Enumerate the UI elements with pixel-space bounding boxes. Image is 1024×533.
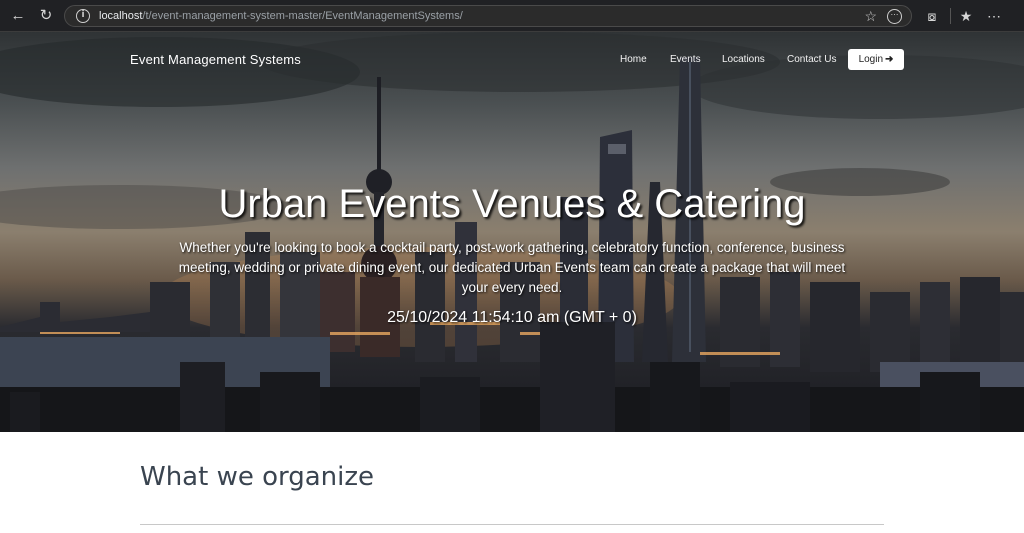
nav-home[interactable]: Home <box>620 54 647 65</box>
city-skyline-image <box>0 32 1024 432</box>
site-brand[interactable]: Event Management Systems <box>130 52 301 67</box>
login-arrow-icon: ➜ <box>885 54 894 65</box>
favorite-star-icon[interactable]: ☆ <box>864 8 877 25</box>
address-text[interactable]: localhost/t/event-management-system-mast… <box>99 10 463 22</box>
nav-locations[interactable]: Locations <box>722 54 765 65</box>
section-title: What we organize <box>140 462 375 492</box>
current-datetime: 25/10/2024 11:54:10 am (GMT + 0) <box>387 309 637 326</box>
url-path: /t/event-management-system-master/EventM… <box>142 10 463 22</box>
nav-contact-us[interactable]: Contact Us <box>787 54 836 65</box>
nav-events[interactable]: Events <box>670 54 701 65</box>
page-options-icon[interactable]: ⋯ <box>887 9 902 24</box>
site-info-icon[interactable]: i <box>76 9 90 23</box>
hero-banner: Event Management Systems Home Events Loc… <box>0 32 1024 432</box>
site-navbar: Event Management Systems Home Events Loc… <box>0 32 1024 92</box>
reload-icon[interactable]: ↻ <box>36 6 56 26</box>
hero-description: Whether you're looking to book a cocktai… <box>178 240 846 295</box>
favorites-icon[interactable]: ★ <box>956 6 976 26</box>
browser-toolbar: ← ↻ i localhost/t/event-management-syste… <box>0 0 1024 32</box>
more-menu-icon[interactable]: ⋯ <box>984 6 1004 26</box>
login-label: Login <box>858 54 884 65</box>
section-divider <box>140 524 884 525</box>
hero-title: Urban Events Venues & Catering <box>218 182 806 226</box>
extensions-icon[interactable]: ⧇ <box>922 6 942 26</box>
address-bar[interactable]: i localhost/t/event-management-system-ma… <box>64 5 912 27</box>
login-button[interactable]: Login ➜ <box>848 49 904 70</box>
url-host: localhost <box>99 10 143 22</box>
back-arrow-icon[interactable]: ← <box>8 6 28 26</box>
toolbar-separator <box>950 8 951 24</box>
